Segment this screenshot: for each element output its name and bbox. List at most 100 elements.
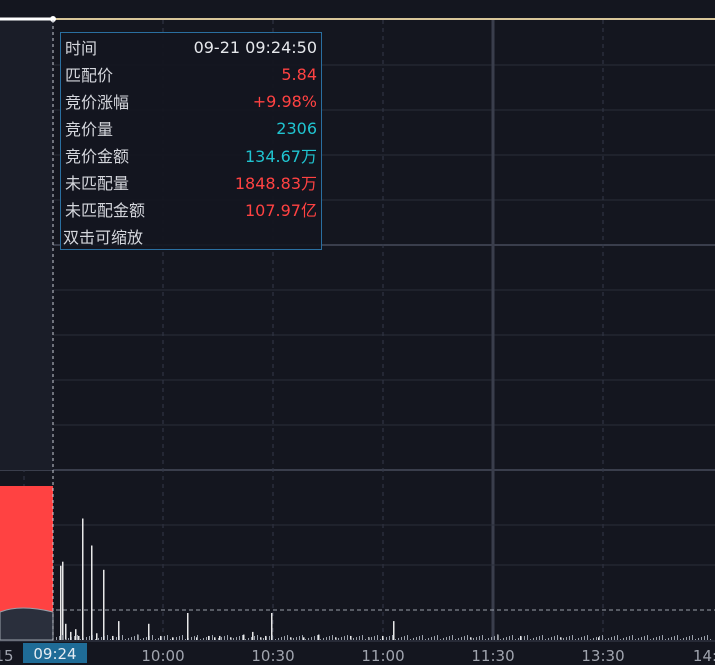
volume-tick bbox=[230, 639, 231, 640]
tooltip-value: 09-21 09:24:50 bbox=[193, 37, 317, 57]
volume-tick bbox=[185, 639, 186, 640]
volume-tick bbox=[572, 635, 573, 640]
volume-tick bbox=[587, 635, 588, 640]
volume-tick bbox=[512, 635, 513, 640]
volume-tick bbox=[629, 636, 630, 640]
volume-tick bbox=[140, 639, 141, 640]
volume-tick bbox=[80, 639, 81, 640]
volume-tick bbox=[182, 635, 183, 640]
volume-tick bbox=[290, 639, 291, 640]
volume-tick bbox=[428, 638, 429, 640]
volume-tick bbox=[647, 635, 648, 640]
volume-tick bbox=[317, 635, 318, 640]
volume-tick bbox=[218, 638, 219, 640]
auction-volume-curve bbox=[0, 607, 54, 641]
volume-tick bbox=[110, 639, 111, 640]
x-axis-tick: 11:30 bbox=[471, 647, 515, 665]
volume-tick bbox=[134, 636, 135, 640]
volume-tick bbox=[287, 635, 288, 640]
volume-tick bbox=[491, 637, 492, 640]
volume-tick bbox=[212, 635, 213, 640]
volume-bar bbox=[75, 629, 77, 640]
volume-bar bbox=[393, 621, 395, 640]
volume-tick bbox=[518, 638, 519, 640]
volume-tick bbox=[284, 636, 285, 640]
tooltip-row: 竞价量 2306 bbox=[65, 116, 317, 140]
volume-tick bbox=[548, 638, 549, 640]
volume-tick bbox=[77, 635, 78, 640]
volume-tick bbox=[389, 636, 390, 640]
volume-bar bbox=[96, 633, 98, 640]
cursor-time-label: 09:24 bbox=[23, 643, 87, 663]
volume-tick bbox=[380, 639, 381, 640]
volume-tick bbox=[242, 635, 243, 640]
volume-tick bbox=[698, 638, 699, 640]
volume-tick bbox=[119, 636, 120, 640]
volume-tick bbox=[533, 638, 534, 640]
volume-tick bbox=[554, 636, 555, 640]
volume-bar bbox=[318, 634, 320, 640]
volume-tick bbox=[215, 639, 216, 640]
volume-bar bbox=[78, 635, 80, 640]
x-axis-tick: 11:00 bbox=[361, 647, 405, 665]
volume-tick bbox=[680, 639, 681, 640]
volume-tick bbox=[365, 639, 366, 640]
volume-tick bbox=[86, 637, 87, 640]
volume-tick bbox=[206, 637, 207, 640]
volume-tick bbox=[155, 639, 156, 640]
volume-tick bbox=[395, 639, 396, 640]
volume-tick bbox=[374, 636, 375, 640]
volume-tick bbox=[569, 636, 570, 640]
volume-tick bbox=[422, 635, 423, 640]
volume-tick bbox=[326, 637, 327, 640]
volume-bar bbox=[91, 545, 93, 640]
volume-tick bbox=[266, 637, 267, 640]
volume-tick bbox=[152, 635, 153, 640]
volume-tick bbox=[566, 637, 567, 640]
auction-zone bbox=[0, 20, 53, 470]
volume-tick bbox=[263, 638, 264, 640]
x-axis-tick: 13:30 bbox=[581, 647, 625, 665]
data-tooltip: 时间 09-21 09:24:50 匹配价 5.84 竞价涨幅 +9.98% 竞价量 2306… bbox=[60, 32, 322, 250]
x-axis-tick: 10:30 bbox=[251, 647, 295, 665]
volume-tick bbox=[608, 638, 609, 640]
volume-tick bbox=[194, 636, 195, 640]
volume-grid bbox=[0, 524, 715, 566]
volume-tick bbox=[275, 639, 276, 640]
tooltip-row: 竞价金额 134.67万 bbox=[65, 143, 317, 167]
volume-tick bbox=[260, 639, 261, 640]
volume-tick bbox=[404, 636, 405, 640]
volume-tick bbox=[677, 635, 678, 640]
volume-tick bbox=[644, 636, 645, 640]
volume-tick bbox=[509, 636, 510, 640]
volume-tick bbox=[401, 637, 402, 640]
volume-tick bbox=[710, 639, 711, 640]
volume-tick bbox=[443, 638, 444, 640]
volume-tick bbox=[68, 638, 69, 640]
tooltip-value: +9.98% bbox=[252, 91, 317, 111]
volume-tick bbox=[488, 638, 489, 640]
volume-tick bbox=[56, 637, 57, 640]
volume-tick bbox=[434, 636, 435, 640]
volume-tick bbox=[383, 638, 384, 640]
tooltip-row: 匹配价 5.84 bbox=[65, 62, 317, 86]
zoom-hint: 双击可缩放 bbox=[63, 228, 144, 247]
volume-tick bbox=[113, 638, 114, 640]
tooltip-value: 1848.83万 bbox=[234, 174, 317, 193]
volume-tick bbox=[425, 639, 426, 640]
volume-tick bbox=[74, 636, 75, 640]
volume-tick bbox=[197, 635, 198, 640]
volume-tick bbox=[209, 636, 210, 640]
volume-tick bbox=[224, 636, 225, 640]
volume-tick bbox=[257, 635, 258, 640]
volume-tick bbox=[449, 636, 450, 640]
volume-tick bbox=[305, 639, 306, 640]
volume-tick bbox=[272, 635, 273, 640]
volume-tick bbox=[596, 637, 597, 640]
volume-tick bbox=[446, 637, 447, 640]
volume-tick bbox=[170, 639, 171, 640]
volume-tick bbox=[605, 639, 606, 640]
volume-bar bbox=[60, 565, 62, 640]
tooltip-label: 时间 bbox=[65, 39, 98, 58]
volume-tick bbox=[461, 637, 462, 640]
